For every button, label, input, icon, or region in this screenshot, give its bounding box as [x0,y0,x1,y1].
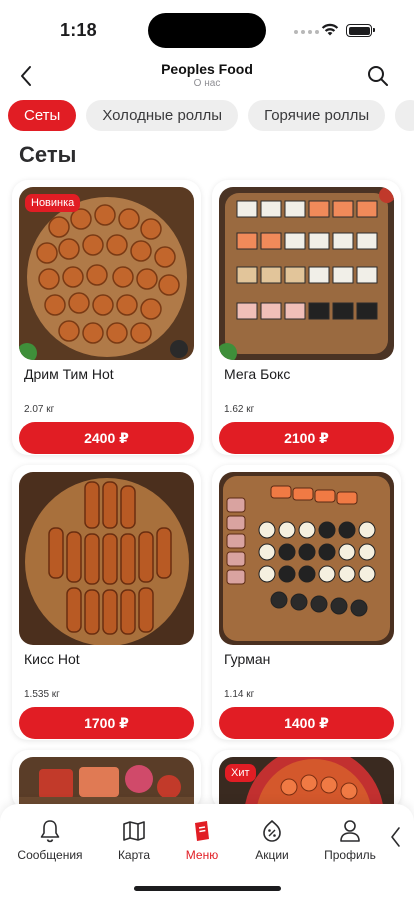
search-button[interactable] [364,62,392,90]
tab-label: Меню [185,848,219,862]
tab-label: Сообщения [17,848,83,862]
product-image[interactable]: Новинка [19,187,194,360]
status-bar: 1:18 [0,0,414,54]
product-card[interactable] [12,750,201,810]
map-icon [95,818,173,844]
tab-label: Профиль [324,848,376,862]
category-tabs: Сеты Холодные роллы Горячие роллы [8,100,414,132]
about-link[interactable]: О нас [0,78,414,89]
add-to-cart-button[interactable]: 2100 ₽ [219,422,394,454]
tab-menu[interactable]: Меню [163,818,241,862]
product-image[interactable] [219,187,394,360]
product-grid: Новинка Дрим Тим Hot 2.07 кг 2400 ₽ Мега… [12,180,402,810]
signal-dots-icon [294,30,319,34]
search-icon [368,66,388,86]
product-name: Гурман [224,651,271,667]
tab-promotions[interactable]: Акции [233,818,311,862]
bell-icon [11,818,89,844]
discount-icon [233,818,311,844]
product-image[interactable] [219,472,394,645]
product-card[interactable]: Кисс Hot 1.535 кг 1700 ₽ [12,465,201,740]
tab-messages[interactable]: Сообщения [11,818,89,862]
product-card[interactable]: Хит [212,750,401,810]
product-card[interactable]: Новинка Дрим Тим Hot 2.07 кг 2400 ₽ [12,180,201,455]
tab-label: Карта [117,848,151,862]
product-image[interactable] [19,757,194,810]
product-image[interactable]: Хит [219,757,394,810]
product-weight: 1.535 кг [24,689,60,700]
home-indicator[interactable] [134,886,281,891]
add-to-cart-button[interactable]: 1700 ₽ [19,707,194,739]
product-name: Кисс Hot [24,651,80,667]
product-name: Дрим Тим Hot [24,366,114,382]
category-chip-next[interactable] [395,100,414,131]
category-chip-sets[interactable]: Сеты [8,100,77,131]
category-chip-hot-rolls[interactable]: Горячие роллы [248,100,386,131]
dynamic-island [148,13,266,48]
product-name: Мега Бокс [224,366,291,382]
product-weight: 1.62 кг [224,404,255,415]
battery-icon [346,24,375,37]
new-badge: Новинка [25,194,81,212]
page-title: Peoples Food [161,61,253,77]
chevron-left-icon [391,827,400,847]
tab-map[interactable]: Карта [95,818,173,862]
add-to-cart-button[interactable]: 2400 ₽ [19,422,194,454]
menu-icon [163,818,241,844]
product-weight: 1.14 кг [224,689,255,700]
hit-badge: Хит [225,764,256,782]
tabbar-collapse-button[interactable] [386,824,404,850]
section-title: Сеты [19,142,77,167]
category-chip-cold-rolls[interactable]: Холодные роллы [86,100,239,131]
status-time: 1:18 [60,20,97,40]
add-to-cart-button[interactable]: 1400 ₽ [219,707,394,739]
navigation-bar: Peoples Food О нас [0,56,414,96]
product-weight: 2.07 кг [24,404,55,415]
tab-label: Акции [255,848,289,862]
tab-profile[interactable]: Профиль [311,818,389,862]
wifi-icon [320,22,340,42]
product-image[interactable] [19,472,194,645]
product-card[interactable]: Мега Бокс 1.62 кг 2100 ₽ [212,180,401,455]
profile-icon [311,818,389,844]
product-card[interactable]: Гурман 1.14 кг 1400 ₽ [212,465,401,740]
header-title-block[interactable]: Peoples Food О нас [0,61,414,89]
